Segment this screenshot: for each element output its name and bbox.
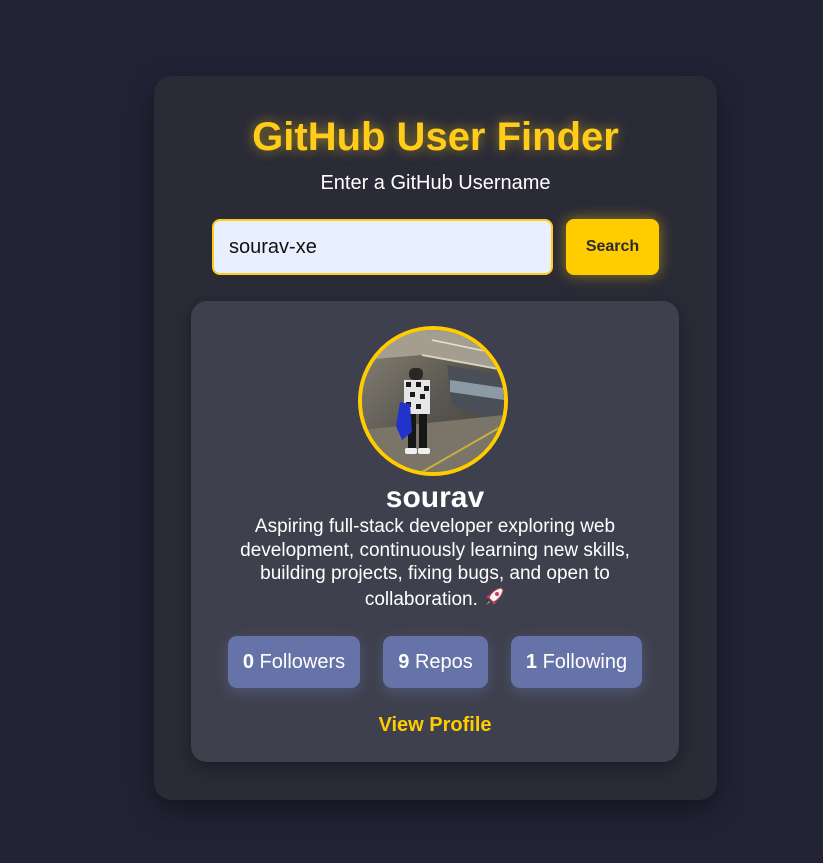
rocket-icon — [483, 586, 505, 615]
profile-username: sourav — [385, 481, 485, 514]
avatar — [358, 326, 508, 476]
following-stat: 1 Following — [511, 636, 642, 688]
followers-count: 0 — [242, 651, 254, 673]
page-title: GitHub User Finder — [252, 115, 619, 159]
avatar-photo — [362, 330, 504, 472]
search-button[interactable]: Search — [566, 219, 659, 275]
finder-container: GitHub User Finder Enter a GitHub Userna… — [154, 76, 717, 800]
search-input[interactable] — [212, 219, 553, 275]
following-count: 1 — [525, 651, 538, 673]
followers-label: Followers — [259, 651, 346, 673]
followers-stat: 0 Followers — [228, 636, 360, 688]
repos-stat: 9 Repos — [383, 636, 488, 688]
repos-label: Repos — [414, 651, 473, 673]
profile-bio: Aspiring full-stack developer exploring … — [221, 515, 649, 614]
repos-count: 9 — [398, 651, 410, 673]
profile-card: sourav Aspiring full-stack developer exp… — [191, 301, 679, 762]
following-label: Following — [542, 651, 628, 673]
profile-bio-text: Aspiring full-stack developer exploring … — [240, 516, 630, 610]
view-profile-link[interactable]: View Profile — [191, 713, 679, 737]
page-subtitle: Enter a GitHub Username — [320, 172, 551, 194]
